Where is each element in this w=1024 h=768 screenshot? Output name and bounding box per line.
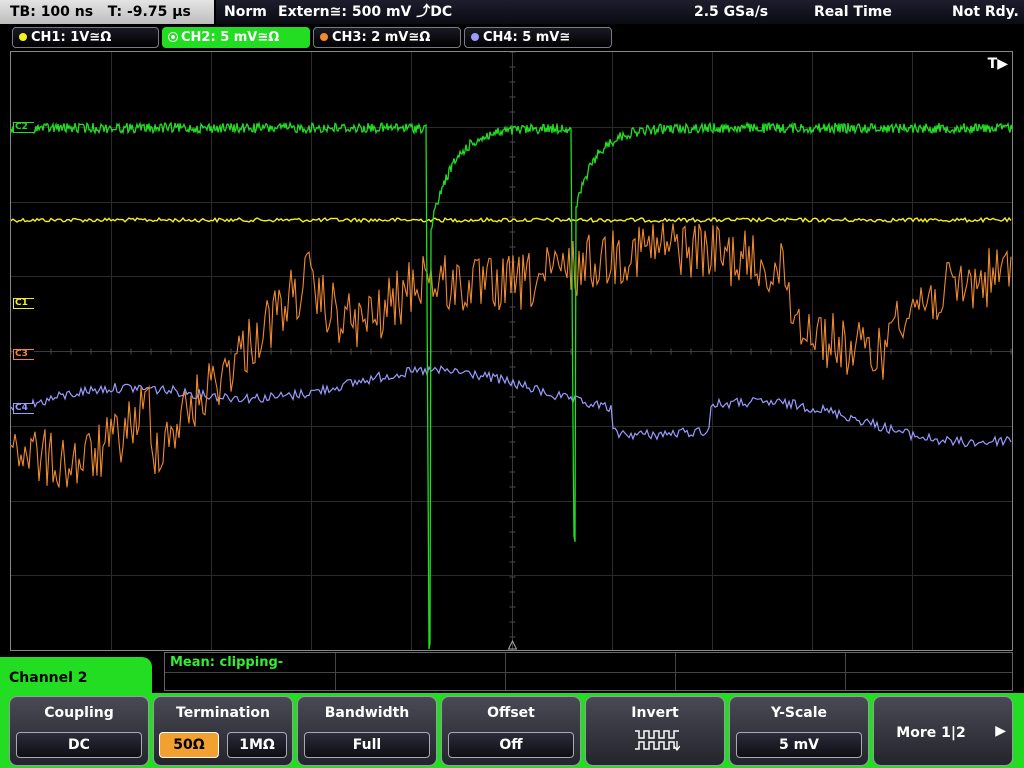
- yscale-value[interactable]: 5 mV: [736, 732, 862, 758]
- trigger-position-marker: T▶: [987, 56, 1008, 72]
- ch2-label: CH2: 5 mV≅Ω: [181, 30, 280, 45]
- acquisition-mode: Real Time: [814, 4, 892, 20]
- more-title: More 1|2: [896, 725, 966, 741]
- termination-key[interactable]: Termination 50Ω 1MΩ: [153, 696, 293, 766]
- ch4-ground-marker[interactable]: C4: [13, 403, 34, 414]
- ch1-dot-icon: [19, 33, 27, 41]
- offset-value[interactable]: Off: [448, 732, 574, 758]
- timebase-readout[interactable]: TB: 100 ns T: -9.75 µs: [0, 0, 214, 24]
- ch4-label: CH4: 5 mV≅: [483, 30, 571, 45]
- status-bar: TB: 100 ns T: -9.75 µs Norm Extern≅: 500…: [0, 0, 1024, 24]
- ch4-trace: [11, 365, 1012, 448]
- channel-tabs: CH1: 1V≅Ω CH2: 5 mV≅Ω CH3: 2 mV≅Ω CH4: 5…: [0, 26, 1024, 48]
- termination-title: Termination: [176, 705, 270, 721]
- offset-key[interactable]: Offset Off: [441, 696, 581, 766]
- menu-title: Channel 2: [9, 670, 88, 686]
- play-arrow-icon: ▶: [995, 723, 1006, 739]
- coupling-title: Coupling: [44, 705, 114, 721]
- invert-key[interactable]: Invert: [585, 696, 725, 766]
- waveform-display[interactable]: T▶ C2 C1 C3 C4: [10, 51, 1013, 651]
- measurement-panel[interactable]: Mean: clipping-: [164, 652, 1013, 691]
- yscale-title: Y-Scale: [770, 705, 827, 721]
- ch3-label: CH3: 2 mV≅Ω: [332, 30, 431, 45]
- ch3-ground-marker[interactable]: C3: [13, 349, 34, 360]
- ch1-label: CH1: 1V≅Ω: [31, 30, 112, 45]
- measurement-divider: [675, 653, 676, 690]
- run-state: Not Rdy.: [952, 4, 1019, 20]
- measurement-divider: [505, 653, 506, 690]
- trigger-source[interactable]: Extern≅: 500 mV ⤴DC: [278, 0, 452, 24]
- sample-rate: 2.5 GSa/s: [694, 4, 769, 20]
- acquisition-info: Norm Extern≅: 500 mV ⤴DC 2.5 GSa/s Real …: [216, 0, 1024, 24]
- termination-1mohm-option[interactable]: 1MΩ: [227, 732, 287, 758]
- ch2-ground-marker[interactable]: C2: [13, 122, 34, 133]
- measurement-divider: [845, 653, 846, 690]
- channel-tab-ch1[interactable]: CH1: 1V≅Ω: [12, 27, 159, 48]
- ch2-dot-icon: [169, 33, 177, 41]
- ch1-ground-marker[interactable]: C1: [13, 298, 34, 309]
- ch4-dot-icon: [471, 33, 479, 41]
- coupling-value[interactable]: DC: [16, 732, 142, 758]
- measurement-divider: [335, 653, 336, 690]
- channel-tab-ch4[interactable]: CH4: 5 mV≅: [464, 27, 612, 48]
- bandwidth-value[interactable]: Full: [304, 732, 430, 758]
- bandwidth-title: Bandwidth: [324, 705, 410, 721]
- coupling-key[interactable]: Coupling DC: [9, 696, 149, 766]
- channel-tab-ch3[interactable]: CH3: 2 mV≅Ω: [313, 27, 461, 48]
- ch1-trace: [11, 216, 1012, 224]
- grid-center-ticks: [11, 52, 1012, 638]
- invert-title: Invert: [631, 705, 679, 721]
- bandwidth-key[interactable]: Bandwidth Full: [297, 696, 437, 766]
- waveform-grid: [11, 52, 1012, 650]
- channel-tab-ch2[interactable]: CH2: 5 mV≅Ω: [162, 27, 310, 48]
- softkey-bar: Coupling DC Termination 50Ω 1MΩ Bandwidt…: [0, 693, 1024, 768]
- measurement-divider: [165, 672, 1012, 673]
- termination-50ohm-option[interactable]: 50Ω: [159, 732, 219, 758]
- more-key[interactable]: More 1|2 ▶: [873, 696, 1013, 766]
- measurement-mean: Mean: clipping-: [170, 655, 284, 670]
- offset-title: Offset: [487, 705, 535, 721]
- ch3-dot-icon: [320, 33, 328, 41]
- invert-waveform-icon: [635, 730, 680, 751]
- trigger-mode[interactable]: Norm: [224, 0, 267, 24]
- yscale-key[interactable]: Y-Scale 5 mV: [729, 696, 869, 766]
